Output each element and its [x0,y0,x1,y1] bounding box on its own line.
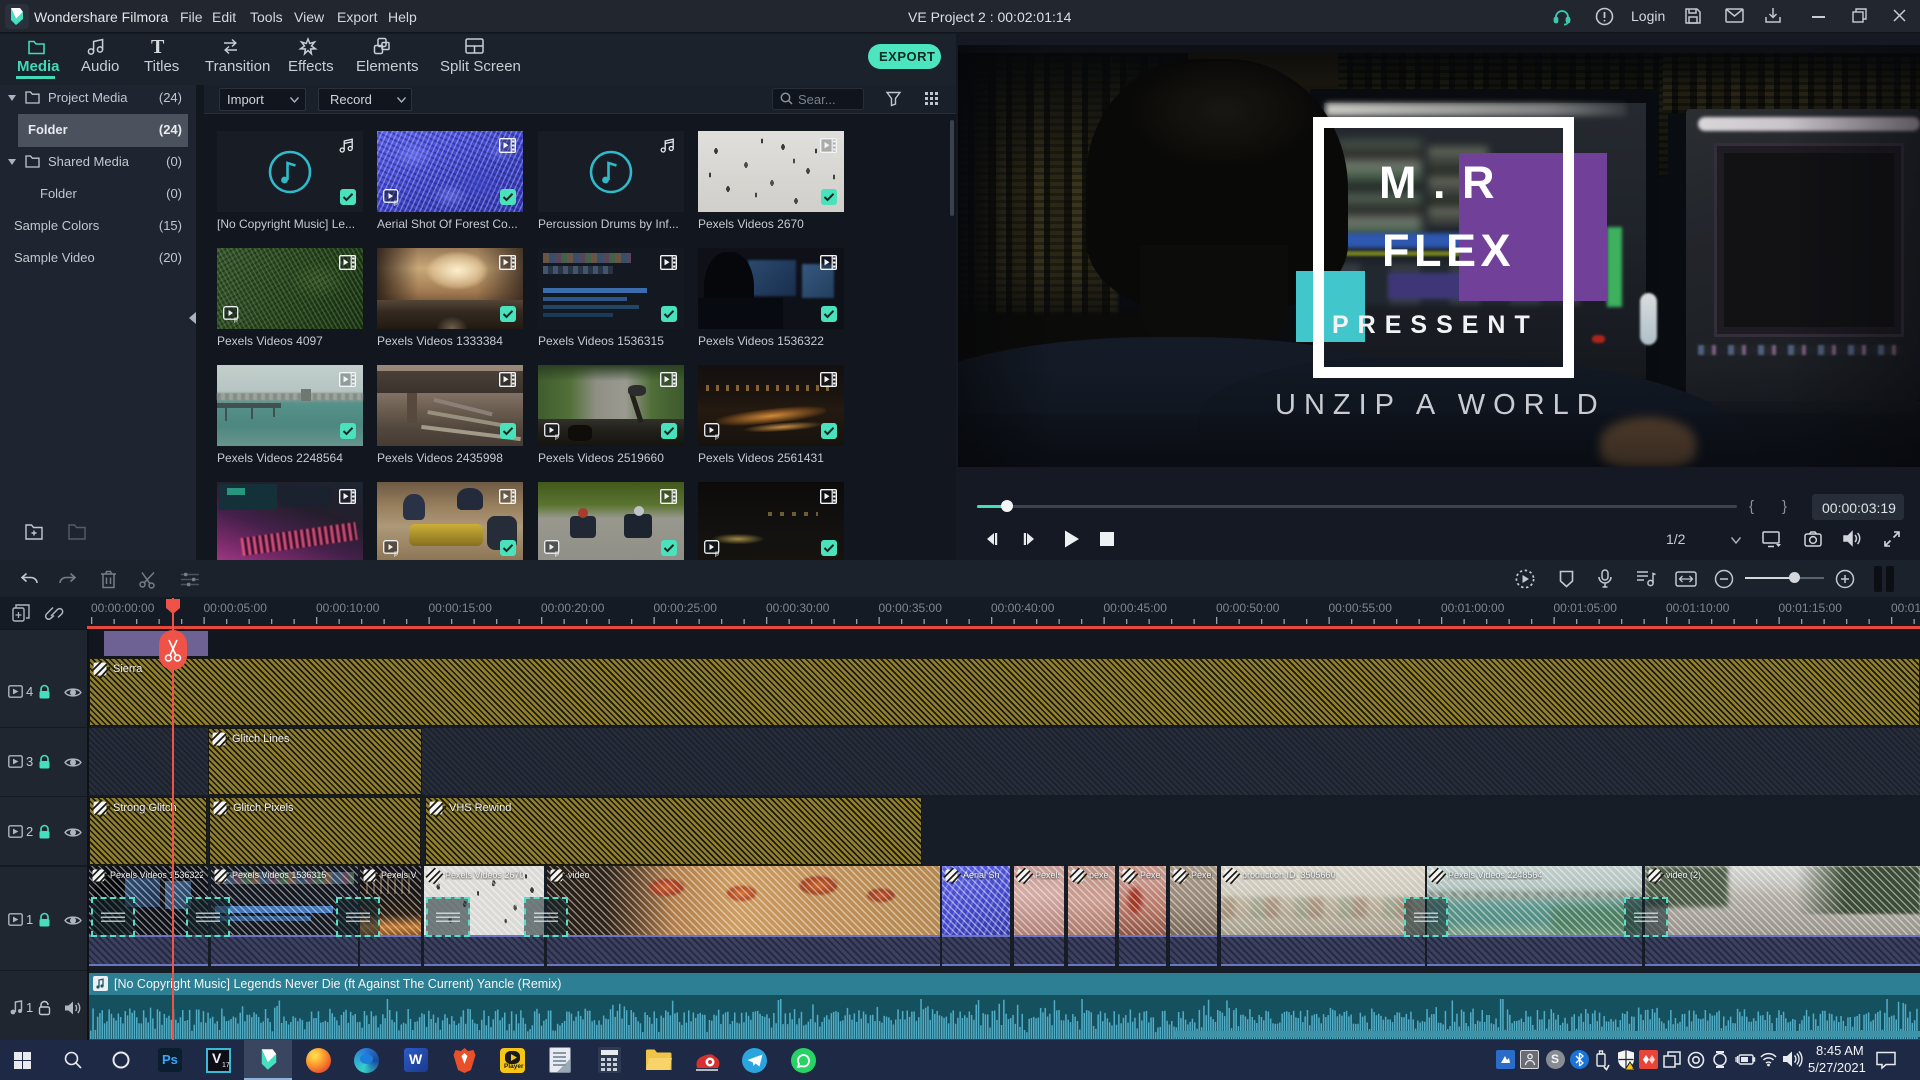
svg-text:!: ! [1632,1065,1634,1071]
